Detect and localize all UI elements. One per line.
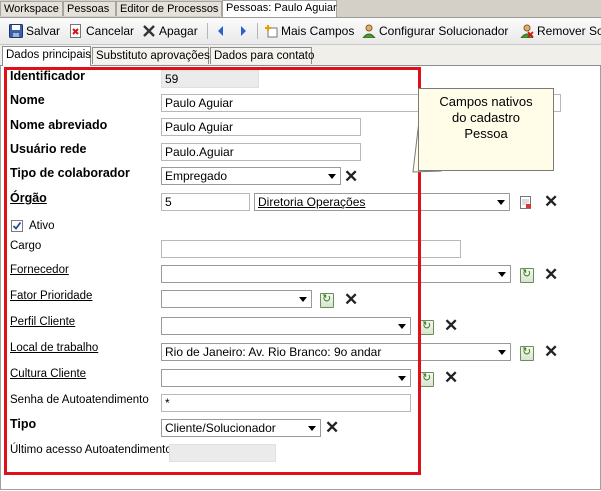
cancel-document-icon: [69, 24, 83, 38]
remove-solver-button[interactable]: Remover So: [519, 21, 601, 41]
highlight-frame: [4, 67, 421, 475]
tab-dados-contato[interactable]: Dados para contato: [210, 47, 314, 64]
more-fields-label: Mais Campos: [281, 24, 355, 38]
clear-x-icon[interactable]: ✕: [544, 193, 558, 210]
delete-x-icon: [142, 24, 156, 38]
refresh-icon[interactable]: [520, 267, 534, 283]
chevron-down-icon: [494, 266, 510, 282]
callout-line: do cadastro: [452, 110, 520, 125]
remove-solver-label: Remover So: [537, 24, 601, 38]
toolbar-separator: [207, 23, 208, 39]
chevron-down-icon: [493, 194, 509, 210]
tab-pessoa-paulo-aguiar[interactable]: Pessoas: Paulo Aguiar: [222, 0, 337, 17]
user-icon: [361, 24, 377, 39]
tab-editor-processos[interactable]: Editor de Processos: [116, 1, 222, 16]
save-label: Salvar: [26, 24, 61, 38]
tab-pessoas[interactable]: Pessoas: [63, 1, 116, 16]
refresh-icon[interactable]: [420, 319, 434, 335]
add-fields-icon: [264, 24, 278, 38]
clear-x-icon[interactable]: ✕: [544, 266, 558, 283]
delete-button[interactable]: Apagar: [142, 21, 198, 41]
callout-note: Campos nativos do cadastro Pessoa: [418, 88, 554, 171]
configure-solver-button[interactable]: Configurar Solucionador: [361, 21, 509, 41]
refresh-icon[interactable]: [520, 345, 534, 361]
configure-solver-label: Configurar Solucionador: [379, 24, 509, 38]
next-button[interactable]: [236, 21, 250, 41]
save-button[interactable]: Salvar: [9, 21, 60, 41]
callout-line: Campos nativos: [439, 94, 533, 109]
form-tab-bar: Dados principais Substituto aprovações D…: [0, 45, 601, 66]
delete-label: Apagar: [159, 24, 198, 38]
cancel-label: Cancelar: [86, 24, 135, 38]
tab-workspace[interactable]: Workspace: [0, 1, 63, 16]
refresh-icon[interactable]: [420, 371, 434, 387]
report-icon[interactable]: [519, 196, 532, 209]
toolbar-separator: [257, 23, 258, 39]
chevron-down-icon: [494, 344, 510, 360]
arrow-right-icon: [236, 24, 250, 38]
cancel-button[interactable]: Cancelar: [69, 21, 134, 41]
previous-button[interactable]: [214, 21, 228, 41]
remove-user-icon: [519, 24, 535, 39]
callout-line: Pessoa: [464, 126, 508, 141]
tab-substituto-aprovacoes[interactable]: Substituto aprovações: [92, 47, 210, 64]
arrow-left-icon: [214, 24, 228, 38]
clear-x-icon[interactable]: ✕: [544, 343, 558, 360]
more-fields-button[interactable]: Mais Campos: [264, 21, 354, 41]
floppy-disk-icon: [9, 24, 23, 38]
tab-dados-principais[interactable]: Dados principais: [2, 46, 91, 66]
toolbar: Salvar Cancelar Apagar Mais Campos Confi: [0, 18, 601, 45]
clear-x-icon[interactable]: ✕: [444, 369, 458, 386]
document-tab-bar: Workspace Pessoas Editor de Processos Pe…: [0, 0, 601, 18]
clear-x-icon[interactable]: ✕: [444, 317, 458, 334]
